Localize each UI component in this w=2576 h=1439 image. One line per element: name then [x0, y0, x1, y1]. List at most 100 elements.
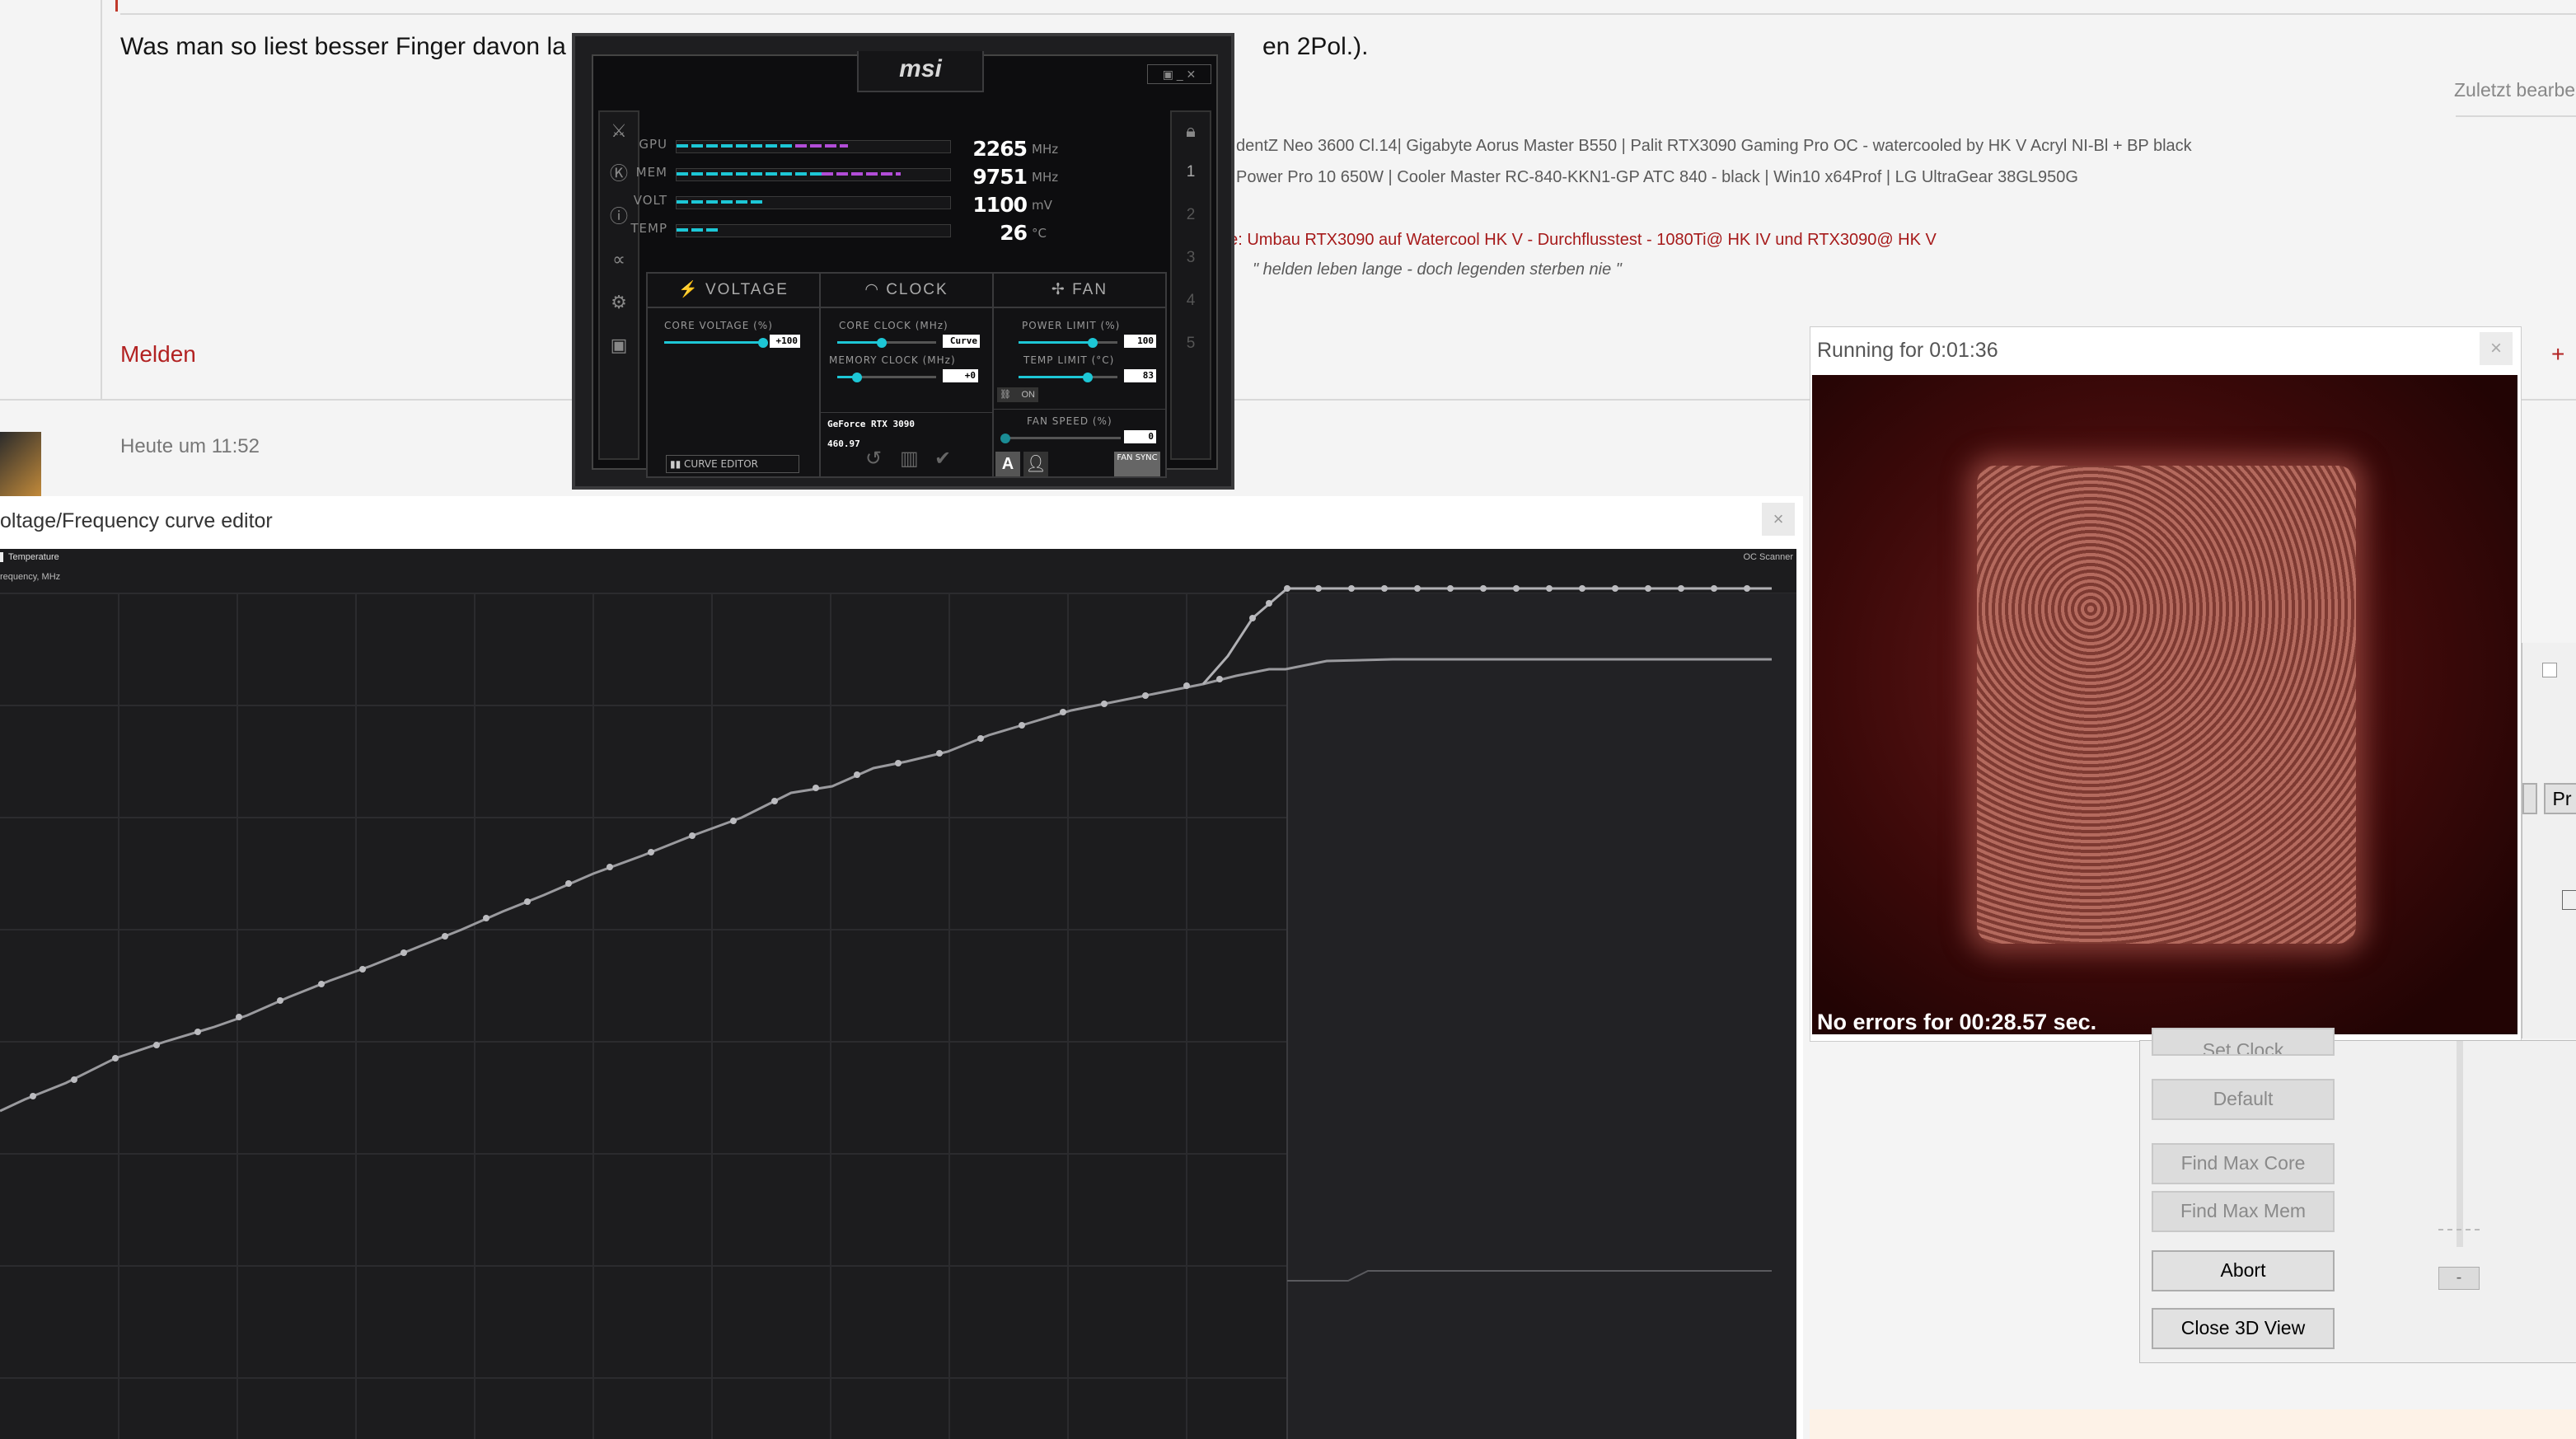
divider [120, 13, 2576, 15]
fan-panel-title: FAN [1072, 281, 1108, 298]
curve-editor-title: oltage/Frequency curve editor [0, 509, 273, 532]
default-button[interactable]: Default [2152, 1079, 2335, 1120]
minus-button[interactable]: - [2438, 1267, 2480, 1290]
power-limit-slider[interactable] [1019, 341, 1093, 344]
memory-clock-knob[interactable] [852, 373, 862, 382]
window-checkbox[interactable] [2542, 663, 2557, 677]
left-sidebar: ⚔ Ⓚ ⓘ ∝ ⚙ ▣ [598, 110, 639, 460]
curve-plot-area[interactable]: Temperature requency, MHz OC Scanner [0, 549, 1796, 1439]
auto-fan-button[interactable]: A [995, 452, 1020, 476]
link-icon: ⛓ [1000, 390, 1011, 400]
fan-speed-value[interactable]: 0 [1124, 430, 1156, 443]
abort-button[interactable]: Abort [2152, 1250, 2335, 1291]
voltage-panel: ⚡ VOLTAGE CORE VOLTAGE (%) +100 ▮▮ CURVE… [646, 272, 821, 478]
report-link[interactable]: Melden [120, 341, 196, 368]
clock-panel-title: CLOCK [886, 281, 948, 298]
stat-bar-fill [677, 228, 719, 232]
core-voltage-slider[interactable] [664, 341, 763, 344]
running-window: Running for 0:01:36 × No errors for 00:2… [1810, 326, 2522, 1042]
stat-bar [676, 140, 951, 153]
fan-speed-knob[interactable] [1000, 434, 1010, 443]
power-limit-value[interactable]: 100 [1124, 335, 1156, 348]
link-toggle-label: ON [1021, 390, 1036, 400]
speedometer-icon: ◠ [864, 281, 880, 298]
fan-speed-slider-track[interactable] [1005, 437, 1121, 439]
driver-version: 460.97 [827, 438, 860, 449]
curve-editor-label: CURVE EDITOR [684, 458, 758, 470]
close-3d-view-button[interactable]: Close 3D View [2152, 1308, 2335, 1349]
fan-sync-button[interactable]: FAN SYNC [1114, 452, 1160, 476]
close-icon[interactable]: × [1762, 503, 1795, 536]
stat-value: 2265 [972, 137, 1028, 161]
curve-editor-button[interactable]: ▮▮ CURVE EDITOR [666, 455, 799, 473]
plus-link[interactable]: + [2551, 341, 2564, 368]
find-max-core-button[interactable]: Find Max Core [2152, 1143, 2335, 1184]
settings-gear-icon[interactable]: ⚙ [608, 292, 630, 313]
stat-value: 9751 [972, 165, 1028, 189]
profile-1[interactable]: 1 [1172, 163, 1210, 181]
profile-4[interactable]: 4 [1172, 292, 1210, 310]
memory-clock-value[interactable]: +0 [943, 369, 978, 382]
core-voltage-value[interactable]: +100 [770, 335, 800, 348]
voltage-stat: VOLT 1100 mV [593, 193, 1088, 217]
monitor-icon[interactable]: ▣ [608, 335, 630, 356]
avatar[interactable] [0, 432, 41, 496]
signature-link[interactable]: rie: Umbau RTX3090 auf Watercool HK V - … [1220, 231, 1937, 250]
voltage-panel-header: ⚡ VOLTAGE [648, 274, 819, 308]
curve-chart [0, 585, 1796, 1439]
core-clock-value[interactable]: Curve [943, 335, 980, 348]
stat-label: VOLT [633, 193, 667, 208]
error-status: No errors for 00:28.57 sec. [1817, 1010, 2097, 1034]
core-voltage-knob[interactable] [758, 338, 768, 348]
temp-limit-slider[interactable] [1019, 376, 1088, 378]
set-clock-button[interactable]: Set Clock [2152, 1028, 2335, 1056]
signature-line: Power Pro 10 650W | Cooler Master RC-840… [1236, 168, 2078, 186]
profile-5[interactable]: 5 [1172, 335, 1210, 353]
vertical-slider-track[interactable] [2457, 1041, 2463, 1247]
voltage-limit-region [1287, 593, 1796, 1439]
link-toggle[interactable]: ⛓ ON [997, 387, 1038, 402]
stat-bar-fill-secondary [822, 172, 901, 176]
checkbox[interactable] [2562, 890, 2576, 910]
find-max-mem-button[interactable]: Find Max Mem [2152, 1191, 2335, 1232]
side-button[interactable] [2522, 783, 2537, 814]
close-icon[interactable]: × [2480, 332, 2513, 365]
power-limit-knob[interactable] [1088, 338, 1098, 348]
stat-unit: °C [1032, 226, 1047, 241]
stat-bar-fill [677, 144, 795, 148]
post-text-right: en 2Pol.). [1262, 33, 1369, 60]
temp-limit-knob[interactable] [1083, 373, 1093, 382]
window-controls[interactable]: ▣ _ ✕ [1147, 64, 1211, 84]
divider [821, 412, 992, 413]
fan-panel: ✢ FAN POWER LIMIT (%) 100 TEMP LIMIT (°C… [992, 272, 1167, 478]
post-timestamp: Heute um 11:52 [120, 435, 260, 457]
3d-render-view: No errors for 00:28.57 sec. [1812, 375, 2517, 1034]
fan-speed-label: FAN SPEED (%) [1027, 415, 1112, 427]
stat-label: TEMP [630, 221, 667, 236]
core-clock-label: CORE CLOCK (MHz) [839, 320, 948, 331]
profile-2[interactable]: 2 [1172, 206, 1210, 224]
pr-button[interactable]: Pr [2544, 783, 2576, 814]
stat-bar [676, 224, 951, 237]
reset-icon[interactable]: ↺ [865, 447, 882, 471]
mem-clock-stat: MEM 9751 MHz [593, 165, 1088, 189]
last-edited: Zuletzt bearbe [2454, 79, 2576, 101]
stat-bar [676, 196, 951, 209]
core-clock-slider[interactable] [837, 341, 882, 344]
apply-icon[interactable]: ✔ [934, 447, 951, 471]
lightning-icon: ⚡ [678, 281, 700, 298]
core-voltage-label: CORE VOLTAGE (%) [664, 320, 773, 331]
profile-3[interactable]: 3 [1172, 249, 1210, 267]
core-clock-knob[interactable] [877, 338, 887, 348]
stat-bar-fill [677, 172, 822, 176]
user-fan-icon[interactable]: 👤︎ [1023, 452, 1048, 476]
post-text-left: Was man so liest besser Finger davon la [120, 33, 566, 60]
oc-scanner-icon[interactable]: ∝ [608, 249, 630, 270]
temp-limit-value[interactable]: 83 [1124, 369, 1156, 382]
save-icon[interactable]: ▥ [900, 447, 919, 471]
lock-icon[interactable]: 🔒︎ [1180, 120, 1201, 142]
divider [994, 409, 1165, 410]
quote-bar [115, 0, 118, 12]
gpu-name: GeForce RTX 3090 [827, 419, 915, 429]
oc-scanner-window-edge: Pr [2522, 643, 2576, 1038]
